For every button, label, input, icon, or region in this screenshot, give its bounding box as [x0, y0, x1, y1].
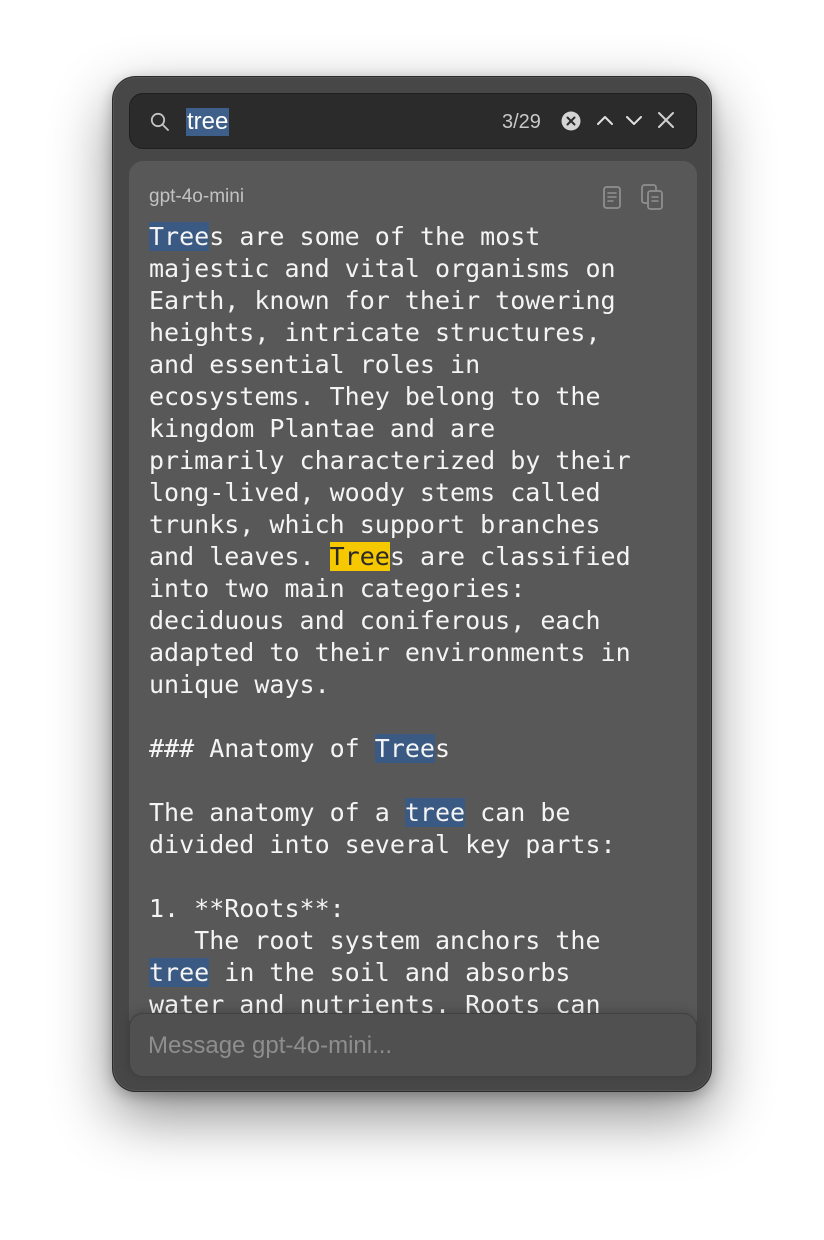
close-icon[interactable]: [656, 110, 676, 130]
message-line: kingdom Plantae and are: [149, 413, 689, 445]
message-line: Earth, known for their towering: [149, 285, 689, 317]
clear-search-icon[interactable]: [561, 111, 581, 131]
text-run: trunks, which support branches: [149, 510, 601, 539]
search-match: Tree: [374, 734, 435, 763]
message-line: [149, 861, 689, 893]
message-line: The anatomy of a tree can be: [149, 797, 689, 829]
text-run: 1. **Roots**:: [149, 894, 345, 923]
text-run: s are some of the most: [209, 222, 541, 251]
message-line: into two main categories:: [149, 573, 689, 605]
text-run: Earth, known for their towering: [149, 286, 616, 315]
text-run: The root system anchors the: [149, 926, 601, 955]
search-match: tree: [404, 798, 466, 827]
message-line: tree in the soil and absorbs: [149, 957, 689, 989]
chevron-down-icon[interactable]: [623, 109, 645, 131]
text-run: unique ways.: [149, 670, 330, 699]
search-input[interactable]: tree: [186, 108, 230, 136]
text-run: heights, intricate structures,: [149, 318, 601, 347]
message-line: unique ways.: [149, 669, 689, 701]
model-name: gpt-4o-mini: [149, 186, 245, 207]
text-run: s are classified: [389, 542, 631, 571]
text-run: in the soil and absorbs: [209, 958, 571, 987]
message-line: Trees are some of the most: [149, 221, 689, 253]
message-composer: [129, 1013, 697, 1078]
text-run: and essential roles in: [149, 350, 481, 379]
assistant-message: gpt-4o-mini Trees are some of the most ma…: [129, 161, 697, 1021]
message-line: The root system anchors the: [149, 925, 689, 957]
text-run: long-lived, woody stems called: [149, 478, 601, 507]
current-search-match: Tree: [329, 542, 390, 571]
message-line: ### Anatomy of Trees: [149, 733, 689, 765]
message-line: divided into several key parts:: [149, 829, 689, 861]
search-match: Tree: [149, 222, 210, 251]
document-icon[interactable]: [601, 185, 623, 211]
search-match: tree: [149, 958, 210, 987]
message-line: trunks, which support branches: [149, 509, 689, 541]
find-bar: tree 3/29: [129, 93, 697, 149]
text-run: kingdom Plantae and are: [149, 414, 496, 443]
message-line: and essential roles in: [149, 349, 689, 381]
copy-icon[interactable]: [639, 183, 665, 211]
text-run: deciduous and coniferous, each: [149, 606, 601, 635]
text-run: s: [435, 734, 451, 763]
message-text: Trees are some of the most majestic and v…: [149, 221, 689, 1021]
message-line: primarily characterized by their: [149, 445, 689, 477]
message-line: long-lived, woody stems called: [149, 477, 689, 509]
chevron-up-icon[interactable]: [594, 109, 616, 131]
match-count: 3/29: [502, 111, 541, 133]
text-run: The anatomy of a: [149, 798, 405, 827]
message-line: [149, 765, 689, 797]
message-line: and leaves. Trees are classified: [149, 541, 689, 573]
message-input[interactable]: [146, 1014, 680, 1078]
text-run: ecosystems. They belong to the: [149, 382, 601, 411]
text-run: adapted to their environments in: [149, 638, 631, 667]
message-line: majestic and vital organisms on: [149, 253, 689, 285]
text-run: into two main categories:: [149, 574, 526, 603]
message-line: adapted to their environments in: [149, 637, 689, 669]
text-run: majestic and vital organisms on: [149, 254, 616, 283]
message-line: deciduous and coniferous, each: [149, 605, 689, 637]
message-line: 1. **Roots**:: [149, 893, 689, 925]
text-run: ### Anatomy of: [149, 734, 375, 763]
text-run: can be: [465, 798, 571, 827]
text-run: divided into several key parts:: [149, 830, 616, 859]
message-line: [149, 701, 689, 733]
search-icon: [150, 112, 169, 131]
message-line: ecosystems. They belong to the: [149, 381, 689, 413]
chat-window: tree 3/29 gpt-4o-mini Trees are some of …: [112, 76, 712, 1092]
text-run: primarily characterized by their: [149, 446, 631, 475]
text-run: and leaves.: [149, 542, 330, 571]
message-line: heights, intricate structures,: [149, 317, 689, 349]
